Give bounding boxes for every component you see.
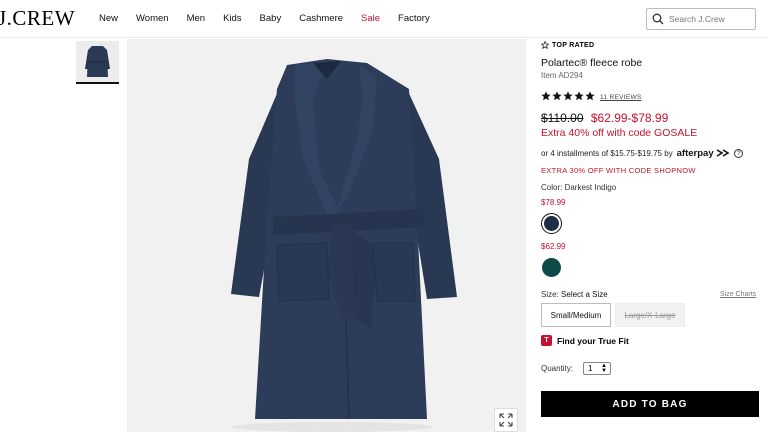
swatch-price-teal: $62.99: [541, 242, 566, 251]
nav-cashmere[interactable]: Cashmere: [299, 13, 343, 24]
star-icon: [541, 91, 551, 101]
nav-factory[interactable]: Factory: [398, 13, 430, 24]
original-price: $110.00: [541, 111, 584, 125]
nav-sale[interactable]: Sale: [361, 13, 380, 24]
select-arrows-icon: ▲ ▼: [601, 363, 607, 374]
quantity-value: 1: [588, 364, 593, 373]
main-product-image: [127, 39, 526, 432]
star-icon: [585, 91, 595, 101]
price-row: $110.00 $62.99-$78.99: [541, 111, 668, 125]
true-fit-label: Find your True Fit: [557, 335, 629, 346]
search-icon: [652, 13, 664, 25]
product-thumbnail[interactable]: [76, 41, 119, 84]
top-rated-badge: TOP RATED: [541, 41, 594, 49]
item-number: Item AD294: [541, 71, 583, 80]
color-value: Darkest Indigo: [564, 183, 617, 192]
site-header: J.CREW New Women Men Kids Baby Cashmere …: [0, 0, 768, 38]
installments-text: or 4 installments of $15.75-$19.75 by: [541, 149, 673, 158]
promo-message: Extra 40% off with code GOSALE: [541, 127, 698, 139]
sale-price: $62.99-$78.99: [590, 111, 669, 125]
color-label-text: Color:: [541, 183, 563, 192]
help-icon[interactable]: ?: [734, 149, 744, 158]
jcrew-logo[interactable]: J.CREW: [0, 6, 75, 31]
add-to-bag-button[interactable]: ADD TO BAG: [541, 391, 759, 417]
afterpay-arrows-icon: [716, 149, 730, 157]
promo-code-banner: EXTRA 30% OFF WITH CODE SHOPNOW: [541, 166, 696, 175]
quantity-select[interactable]: 1 ▲ ▼: [583, 362, 611, 375]
star-icon: [552, 91, 562, 101]
search-input[interactable]: [669, 12, 753, 26]
color-swatch-indigo[interactable]: [541, 213, 562, 234]
color-swatch-teal[interactable]: [542, 258, 561, 277]
true-fit-link[interactable]: T Find your True Fit: [541, 335, 629, 346]
nav-new[interactable]: New: [99, 13, 118, 24]
quantity-label: Quantity:: [541, 364, 574, 373]
size-charts-link[interactable]: Size Charts: [720, 291, 756, 298]
installments-row: or 4 installments of $15.75-$19.75 by af…: [541, 148, 744, 159]
nav-baby[interactable]: Baby: [260, 13, 282, 24]
afterpay-label: afterpay: [676, 148, 714, 159]
reviews-link[interactable]: 11 REVIEWS: [600, 94, 642, 101]
size-small-medium-button[interactable]: Small/Medium: [541, 303, 611, 327]
true-fit-icon: T: [541, 335, 552, 346]
size-label: Size: Select a Size: [541, 290, 608, 299]
nav-women[interactable]: Women: [136, 13, 169, 24]
swatch-fill-indigo: [544, 216, 559, 231]
star-outline-icon: [541, 41, 549, 49]
color-label: Color: Darkest Indigo: [541, 183, 616, 192]
rating-stars[interactable]: [541, 91, 595, 101]
product-title: Polartec® fleece robe: [541, 57, 643, 69]
robe-image: [231, 59, 457, 432]
star-icon: [574, 91, 584, 101]
size-label-text: Size:: [541, 290, 559, 299]
search-box[interactable]: [646, 8, 756, 30]
swatch-price-indigo: $78.99: [541, 198, 566, 207]
star-icon: [563, 91, 573, 101]
main-nav: New Women Men Kids Baby Cashmere Sale Fa…: [99, 13, 448, 24]
size-large-xlarge-button[interactable]: Large/X-Large: [615, 303, 685, 327]
nav-kids[interactable]: Kids: [223, 13, 241, 24]
nav-men[interactable]: Men: [187, 13, 205, 24]
top-rated-label: TOP RATED: [552, 41, 595, 49]
size-value: Select a Size: [561, 290, 608, 299]
afterpay-logo[interactable]: afterpay: [677, 148, 731, 159]
expand-icon: [499, 413, 513, 427]
zoom-button[interactable]: [494, 408, 518, 432]
